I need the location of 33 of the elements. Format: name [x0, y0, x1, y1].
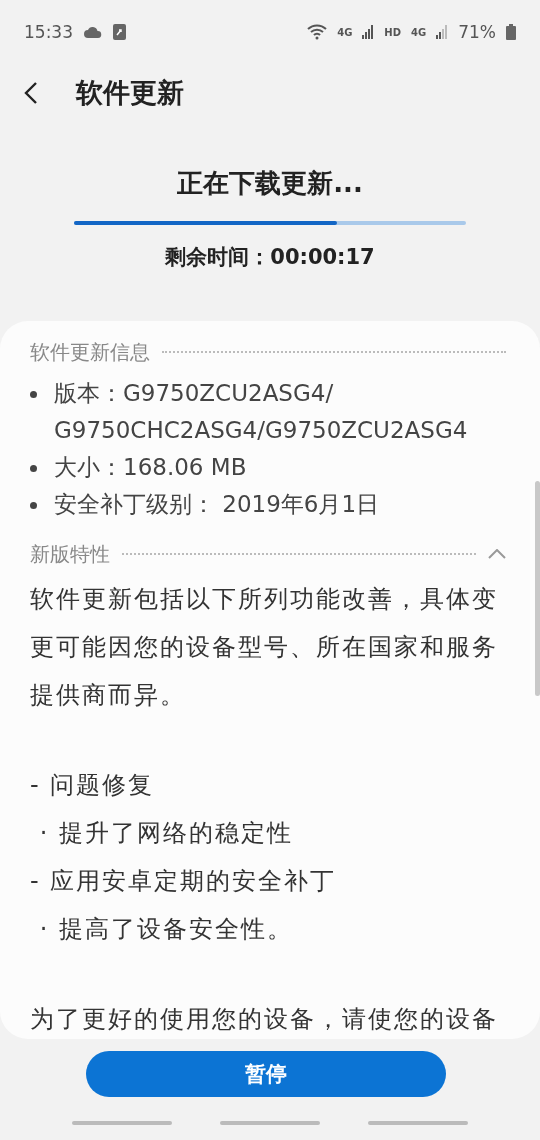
clock: 15:33 — [24, 22, 73, 42]
feature-text: 软件更新包括以下所列功能改善，具体变更可能因您的设备型号、所在国家和服务提供商而异。 — [30, 584, 499, 711]
feature-text: 为了更好的使用您的设备，请使您的设备 — [30, 1004, 499, 1035]
info-text: 版本：G9750ZCU2ASG4/ G9750CHC2ASG4/G9750ZCU2ASG4 — [54, 379, 468, 445]
page-title: 软件更新 — [76, 76, 184, 110]
nav-bar[interactable] — [72, 1121, 172, 1125]
download-status: 正在下载更新... — [177, 167, 363, 200]
battery-percent: 71% — [458, 22, 496, 42]
signal-icon — [362, 25, 375, 39]
section-title: 新版特性 — [30, 540, 110, 568]
feature-text: · 提高了设备安全性。 — [38, 914, 294, 945]
nav-bar[interactable] — [368, 1121, 468, 1125]
pause-button[interactable]: 暂停 — [86, 1051, 446, 1097]
remaining-time: 剩余时间：00:00:17 — [165, 244, 375, 271]
phone-icon — [113, 24, 126, 40]
signal-icon — [436, 25, 449, 39]
bullet-icon — [30, 465, 37, 472]
bullet-icon — [30, 502, 37, 509]
wifi-icon — [307, 24, 328, 40]
network-label: 4G — [337, 26, 353, 38]
cloud-icon — [83, 25, 103, 39]
collapse-button[interactable] — [488, 549, 506, 559]
nav-bar[interactable] — [220, 1121, 320, 1125]
feature-text: · 提升了网络的稳定性 — [38, 818, 294, 849]
info-text: 大小：168.06 MB — [54, 453, 247, 482]
feature-text: - 应用安卓定期的安全补丁 — [30, 866, 338, 897]
battery-icon — [506, 24, 516, 40]
feature-text: - 问题修复 — [30, 770, 156, 801]
section-title: 软件更新信息 — [30, 338, 150, 366]
hd-label: HD — [384, 26, 402, 38]
info-text: 安全补丁级别： 2019年6月1日 — [54, 490, 380, 519]
bullet-icon — [30, 391, 37, 398]
network-label: 4G — [411, 26, 427, 38]
